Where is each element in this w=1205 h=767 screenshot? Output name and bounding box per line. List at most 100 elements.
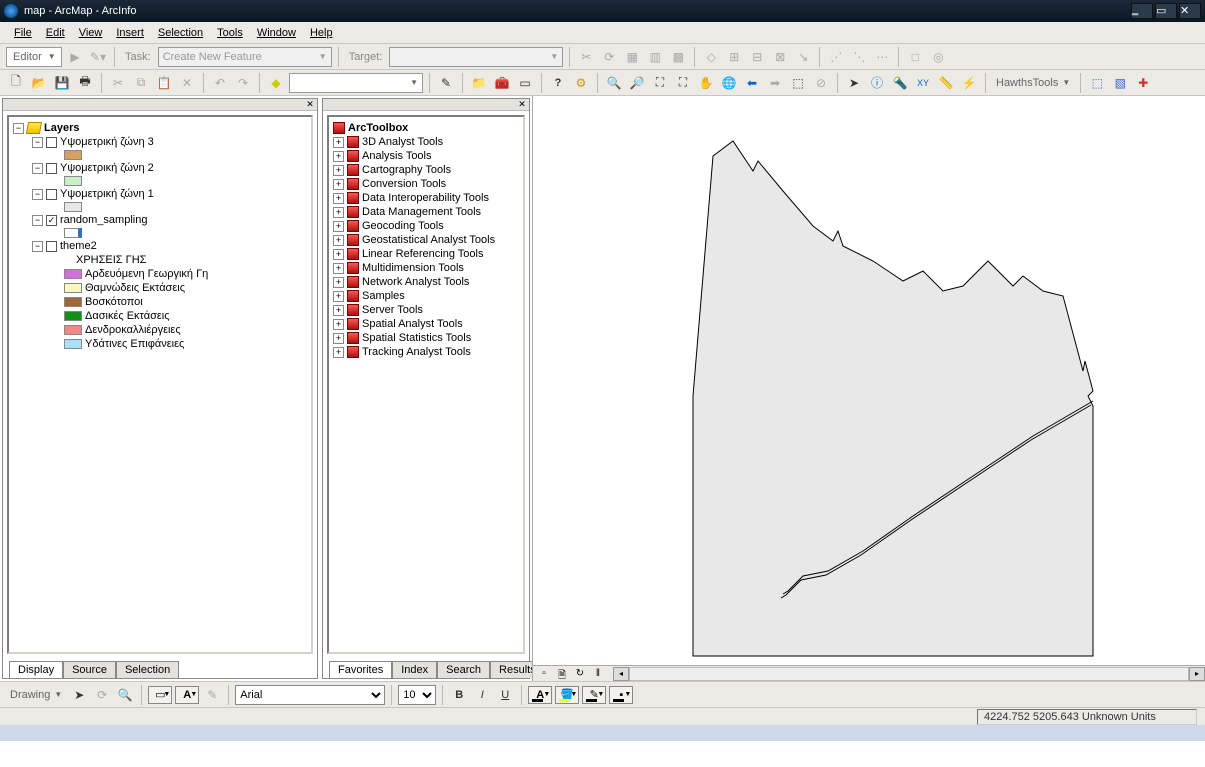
layer-name[interactable]: Υψομετρική ζώνη 2 bbox=[60, 162, 154, 174]
bold-icon[interactable]: B bbox=[449, 685, 469, 705]
layer-checkbox[interactable] bbox=[46, 137, 57, 148]
drawing-menu[interactable]: Drawing▼ bbox=[6, 685, 66, 705]
menu-selection[interactable]: Selection bbox=[152, 25, 209, 41]
toolbox-item[interactable]: 3D Analyst Tools bbox=[362, 136, 443, 148]
expand-icon[interactable]: + bbox=[333, 347, 344, 358]
menu-view[interactable]: View bbox=[73, 25, 109, 41]
whatsthis-icon[interactable]: ? bbox=[548, 73, 568, 93]
fill-color-icon[interactable]: 🪣▼ bbox=[555, 686, 579, 704]
expand-icon[interactable]: + bbox=[333, 151, 344, 162]
maximize-button[interactable]: ▭ bbox=[1155, 3, 1177, 19]
arctoolbox-title[interactable]: ArcToolbox bbox=[348, 122, 408, 134]
minimize-button[interactable]: ‗ bbox=[1131, 3, 1153, 19]
tab-selection[interactable]: Selection bbox=[116, 661, 179, 678]
ht2-icon[interactable]: ▧ bbox=[1110, 73, 1130, 93]
italic-icon[interactable]: I bbox=[472, 685, 492, 705]
toolbox-item[interactable]: Conversion Tools bbox=[362, 178, 446, 190]
open-icon[interactable]: 📂 bbox=[29, 73, 49, 93]
identify-icon[interactable]: ⓘ bbox=[867, 73, 887, 93]
target-dropdown[interactable]: ▼ bbox=[389, 47, 563, 67]
expand-icon[interactable]: + bbox=[333, 221, 344, 232]
expand-icon[interactable]: + bbox=[333, 165, 344, 176]
toolbox-item[interactable]: Server Tools bbox=[362, 304, 423, 316]
new-icon[interactable]: 🗋 bbox=[6, 73, 26, 93]
toolbox-item[interactable]: Tracking Analyst Tools bbox=[362, 346, 471, 358]
select-elements-icon[interactable]: ➤ bbox=[69, 685, 89, 705]
collapse-icon[interactable]: − bbox=[32, 241, 43, 252]
zoomin-icon[interactable]: 🔍 bbox=[604, 73, 624, 93]
toc-close-icon[interactable]: ✕ bbox=[305, 100, 315, 110]
refresh-icon[interactable]: ↻ bbox=[573, 668, 587, 680]
collapse-icon[interactable]: − bbox=[32, 137, 43, 148]
menu-edit[interactable]: Edit bbox=[40, 25, 71, 41]
collapse-icon[interactable]: − bbox=[32, 215, 43, 226]
menu-file[interactable]: File bbox=[8, 25, 38, 41]
layer-name[interactable]: Υψομετρική ζώνη 1 bbox=[60, 188, 154, 200]
tab-index[interactable]: Index bbox=[392, 661, 437, 678]
toolbox-item[interactable]: Linear Referencing Tools bbox=[362, 248, 483, 260]
goto-xy-icon[interactable]: XY bbox=[913, 73, 933, 93]
scale-dropdown[interactable]: ▼ bbox=[289, 73, 423, 93]
menu-help[interactable]: Help bbox=[304, 25, 339, 41]
font-dropdown[interactable]: Arial bbox=[235, 685, 385, 705]
toolbox-item[interactable]: Analysis Tools bbox=[362, 150, 432, 162]
layer-checkbox[interactable]: ✓ bbox=[46, 215, 57, 226]
size-dropdown[interactable]: 10 bbox=[398, 685, 436, 705]
select-features-icon[interactable]: ⬚ bbox=[788, 73, 808, 93]
expand-icon[interactable]: + bbox=[333, 207, 344, 218]
layers-root[interactable]: Layers bbox=[44, 122, 79, 134]
expand-icon[interactable]: + bbox=[333, 179, 344, 190]
fixed-zoomout-icon[interactable]: ⛶ bbox=[673, 73, 693, 93]
layer-name[interactable]: random_sampling bbox=[60, 214, 147, 226]
layer-name[interactable]: theme2 bbox=[60, 240, 97, 252]
expand-icon[interactable]: + bbox=[333, 137, 344, 148]
back-icon[interactable]: ⬅ bbox=[742, 73, 762, 93]
save-icon[interactable]: 💾 bbox=[52, 73, 72, 93]
line-color-icon[interactable]: ✎▼ bbox=[582, 686, 606, 704]
arccatalog-icon[interactable]: 📁 bbox=[469, 73, 489, 93]
tab-search[interactable]: Search bbox=[437, 661, 490, 678]
new-text-icon[interactable]: A▼ bbox=[175, 686, 199, 704]
toolbox-item[interactable]: Spatial Analyst Tools bbox=[362, 318, 463, 330]
zoomout-icon[interactable]: 🔎 bbox=[627, 73, 647, 93]
toolbox-item[interactable]: Cartography Tools bbox=[362, 164, 451, 176]
task-dropdown[interactable]: Create New Feature▼ bbox=[158, 47, 332, 67]
data-view-icon[interactable]: ▫ bbox=[537, 668, 551, 680]
collapse-icon[interactable]: − bbox=[13, 123, 24, 134]
tab-favorites[interactable]: Favorites bbox=[329, 661, 392, 678]
expand-icon[interactable]: + bbox=[333, 319, 344, 330]
toolbox-item[interactable]: Network Analyst Tools bbox=[362, 276, 469, 288]
measure-icon[interactable]: 📏 bbox=[936, 73, 956, 93]
toolbox-item[interactable]: Data Management Tools bbox=[362, 206, 481, 218]
menu-window[interactable]: Window bbox=[251, 25, 302, 41]
editor-menu[interactable]: Editor▼ bbox=[6, 47, 62, 67]
fixed-zoomin-icon[interactable]: ⛶ bbox=[650, 73, 670, 93]
new-rect-icon[interactable]: ▭▼ bbox=[148, 686, 172, 704]
map-hscrollbar[interactable]: ◂ ▸ bbox=[613, 665, 1205, 681]
scroll-left-icon[interactable]: ◂ bbox=[613, 667, 629, 681]
expand-icon[interactable]: + bbox=[333, 235, 344, 246]
pan-icon[interactable]: ✋ bbox=[696, 73, 716, 93]
cmdline-icon[interactable]: ▭ bbox=[515, 73, 535, 93]
select-elements-icon[interactable]: ➤ bbox=[844, 73, 864, 93]
full-extent-icon[interactable]: 🌐 bbox=[719, 73, 739, 93]
layer-checkbox[interactable] bbox=[46, 241, 57, 252]
arctoolbox-icon[interactable]: 🧰 bbox=[492, 73, 512, 93]
expand-icon[interactable]: + bbox=[333, 249, 344, 260]
collapse-icon[interactable]: − bbox=[32, 163, 43, 174]
ht1-icon[interactable]: ⬚ bbox=[1087, 73, 1107, 93]
expand-icon[interactable]: + bbox=[333, 277, 344, 288]
menu-tools[interactable]: Tools bbox=[211, 25, 249, 41]
pause-icon[interactable]: ‖ bbox=[591, 668, 605, 680]
toolbox-item[interactable]: Data Interoperability Tools bbox=[362, 192, 489, 204]
tab-display[interactable]: Display bbox=[9, 661, 63, 678]
close-button[interactable]: ✕ bbox=[1179, 3, 1201, 19]
add-data-icon[interactable]: ◆ bbox=[266, 73, 286, 93]
expand-icon[interactable]: + bbox=[333, 291, 344, 302]
marker-color-icon[interactable]: ▪▼ bbox=[609, 686, 633, 704]
toolbox-item[interactable]: Multidimension Tools bbox=[362, 262, 464, 274]
toolbox-item[interactable]: Spatial Statistics Tools bbox=[362, 332, 471, 344]
modelbuilder-icon[interactable]: ⚙ bbox=[571, 73, 591, 93]
expand-icon[interactable]: + bbox=[333, 263, 344, 274]
ht3-icon[interactable]: ✚ bbox=[1133, 73, 1153, 93]
